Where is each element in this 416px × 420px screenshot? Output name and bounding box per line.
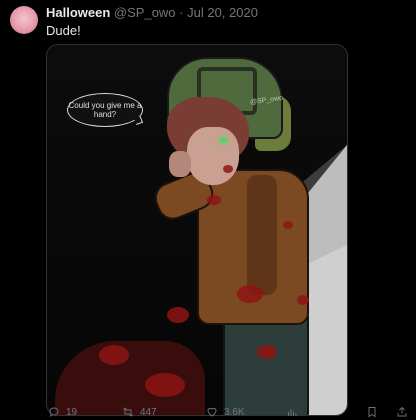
artwork-jacket-shadow xyxy=(247,175,277,295)
tweet-text: Dude! xyxy=(46,23,81,38)
blood-splatter xyxy=(283,221,293,229)
blood-splatter xyxy=(167,307,189,323)
retweet-icon xyxy=(123,407,133,417)
artwork-legs xyxy=(223,311,309,415)
bookmark-icon xyxy=(368,407,376,418)
retweet-count: 447 xyxy=(140,406,157,418)
blood-splatter xyxy=(223,165,233,173)
blood-splatter xyxy=(237,285,263,303)
tweet-header: Halloween @SP_owo · Jul 20, 2020 xyxy=(46,5,258,20)
reply-icon xyxy=(49,407,59,417)
retweet-button[interactable]: 447 xyxy=(122,406,157,418)
tweet-actions: 19 447 3.6K xyxy=(46,406,416,420)
blood-splatter xyxy=(145,373,185,397)
reply-button[interactable]: 19 xyxy=(48,406,77,418)
artwork-hand xyxy=(169,151,191,177)
like-button[interactable]: 3.6K xyxy=(206,406,245,418)
tweet-date[interactable]: Jul 20, 2020 xyxy=(187,5,258,20)
reply-count: 19 xyxy=(66,406,78,418)
bookmark-button[interactable] xyxy=(366,406,378,418)
blood-splatter xyxy=(257,345,277,359)
speech-bubble: Could you give me a hand? xyxy=(67,93,143,127)
views-icon xyxy=(288,409,297,416)
like-count: 3.6K xyxy=(224,406,245,418)
separator: · xyxy=(175,5,188,20)
artwork-eye xyxy=(219,138,228,143)
artwork-face xyxy=(187,127,239,185)
author-handle[interactable]: @SP_owo xyxy=(114,5,176,20)
heart-icon xyxy=(207,407,217,417)
views-button[interactable] xyxy=(286,406,298,418)
avatar[interactable] xyxy=(10,6,38,34)
blood-splatter xyxy=(207,195,221,205)
blood-splatter xyxy=(99,345,129,365)
author-name[interactable]: Halloween xyxy=(46,5,110,20)
share-button[interactable] xyxy=(396,406,408,418)
blood-splatter xyxy=(297,295,309,305)
tweet-media-image[interactable]: Could you give me a hand? @SP_owo xyxy=(46,44,348,416)
share-icon xyxy=(397,406,407,417)
